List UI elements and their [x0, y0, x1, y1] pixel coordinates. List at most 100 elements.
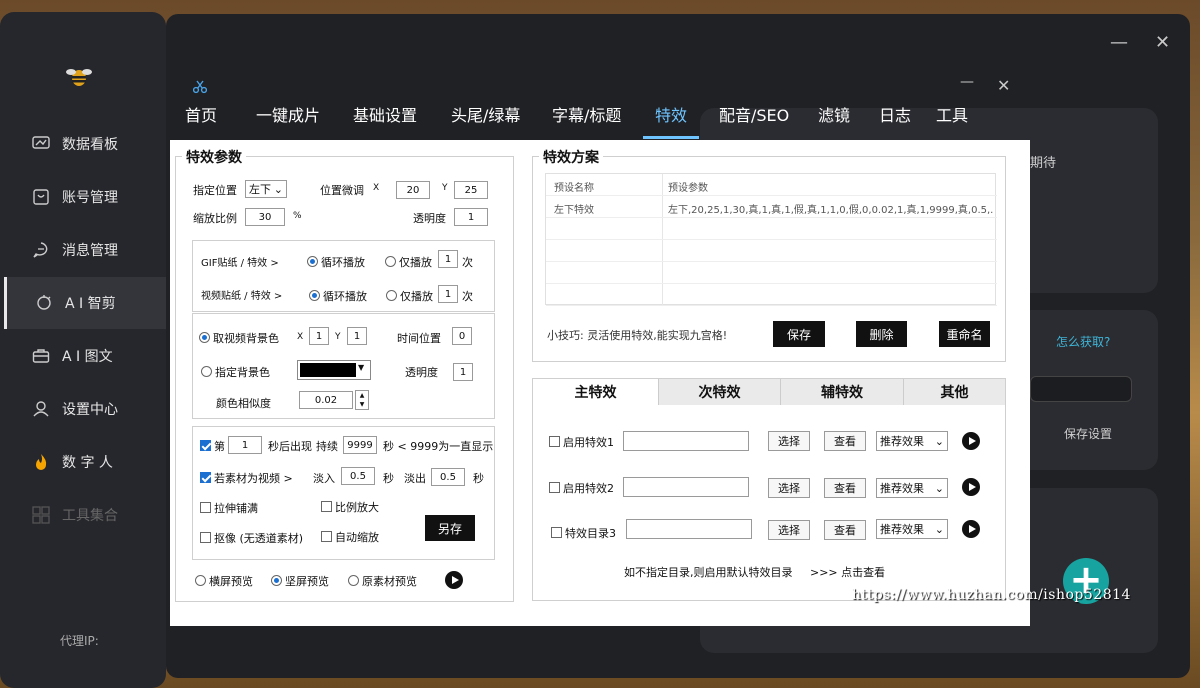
sidebar-item-account[interactable]: 账号管理: [4, 171, 166, 223]
tab-secondary-effect[interactable]: 次特效: [658, 379, 780, 405]
landscape-radio[interactable]: 横屏预览: [195, 573, 253, 589]
scheme-delete-button[interactable]: 删除: [856, 321, 907, 347]
effect3-dropdown[interactable]: 推荐效果 ⌄: [876, 519, 948, 539]
background-input[interactable]: [1030, 376, 1132, 402]
bg-close-icon[interactable]: ✕: [1155, 32, 1170, 53]
how-get-link[interactable]: 怎么获取?: [1056, 333, 1110, 350]
effect1-checkbox[interactable]: 启用特效1: [549, 434, 614, 450]
effect2-play-icon[interactable]: [962, 478, 980, 496]
effect2-dropdown[interactable]: 推荐效果 ⌄: [876, 478, 948, 498]
tab-head-tail[interactable]: 头尾/绿幕: [451, 102, 520, 126]
y-input[interactable]: 25: [454, 181, 488, 199]
tab-subtitle[interactable]: 字幕/标题: [552, 102, 621, 126]
effect1-label: 启用特效1: [563, 436, 614, 449]
similarity-spinner[interactable]: ▲ ▼: [355, 390, 369, 410]
tab-voice-seo[interactable]: 配音/SEO: [719, 102, 789, 126]
scale-input[interactable]: 30: [245, 208, 285, 226]
tab-effects[interactable]: 特效: [642, 102, 700, 139]
video-once-radio[interactable]: 仅播放: [386, 288, 433, 304]
ratio-checkbox[interactable]: 比例放大: [321, 499, 379, 515]
gif-times-input[interactable]: 1: [438, 250, 458, 268]
bg-opacity-input[interactable]: 1: [453, 363, 473, 381]
position-label: 指定位置: [193, 184, 237, 197]
effect2-label: 启用特效2: [563, 482, 614, 495]
effect2-select-button[interactable]: 选择: [768, 478, 810, 498]
effect1-path-input[interactable]: [623, 431, 749, 451]
bg-x-input[interactable]: 1: [309, 327, 329, 345]
effect1-play-icon[interactable]: [962, 432, 980, 450]
effect3-select-button[interactable]: 选择: [768, 520, 810, 540]
sidebar-item-ai-post[interactable]: A I 图文: [4, 330, 166, 382]
tab-main-effect[interactable]: 主特效: [533, 379, 658, 405]
message-icon: [32, 241, 50, 259]
color-swatch: [300, 363, 356, 377]
effect2-view-button[interactable]: 查看: [824, 478, 866, 498]
original-radio[interactable]: 原素材预览: [348, 573, 417, 589]
nth-checkbox[interactable]: 第: [200, 438, 225, 454]
tab-one-click[interactable]: 一键成片: [256, 102, 320, 126]
gif-loop-radio[interactable]: 循环播放: [307, 254, 365, 270]
sidebar-item-digital-human[interactable]: 数 字 人: [4, 436, 166, 488]
as-video-checkbox[interactable]: 若素材为视频 >: [200, 470, 293, 486]
set-bg-radio[interactable]: 指定背景色: [201, 364, 270, 380]
effect1-select-button[interactable]: 选择: [768, 431, 810, 451]
tab-aux-effect[interactable]: 辅特效: [780, 379, 903, 405]
effect3-play-icon[interactable]: [962, 520, 980, 538]
effect1-view-button[interactable]: 查看: [824, 431, 866, 451]
effect-subtabs: 主特效 次特效 辅特效 其他: [533, 379, 1005, 405]
sidebar-item-dashboard[interactable]: 数据看板: [4, 118, 166, 170]
stretch-checkbox[interactable]: 拉伸铺满: [200, 500, 258, 516]
dir-view-link[interactable]: >>> 点击查看: [810, 564, 885, 580]
play-icon[interactable]: [445, 571, 463, 589]
tab-filter[interactable]: 滤镜: [818, 102, 850, 126]
take-bg-radio[interactable]: 取视频背景色: [199, 330, 279, 346]
gif-once-radio[interactable]: 仅播放: [385, 254, 432, 270]
opacity-label: 透明度: [413, 212, 446, 225]
effect1-dropdown[interactable]: 推荐效果 ⌄: [876, 431, 948, 451]
effect3-checkbox[interactable]: 特效目录3: [551, 525, 616, 541]
fade-in-input[interactable]: 0.5: [341, 467, 375, 485]
duration-input[interactable]: 9999: [343, 436, 377, 454]
chevron-down-icon: ⌄: [934, 434, 944, 448]
offset-label: 位置微调: [320, 184, 364, 197]
tab-log[interactable]: 日志: [879, 102, 911, 126]
effect2-path-input[interactable]: [623, 477, 749, 497]
bg-minimize-icon[interactable]: —: [1110, 32, 1128, 53]
sidebar-item-message[interactable]: 消息管理: [4, 224, 166, 276]
effect3-path-input[interactable]: [626, 519, 752, 539]
table-row[interactable]: 左下特效 左下,20,25,1,30,真,1,真,1,假,真,1,1,0,假,0…: [546, 196, 997, 218]
similarity-input[interactable]: 0.02: [299, 391, 353, 409]
tab-other[interactable]: 其他: [903, 379, 1005, 405]
position-select[interactable]: 左下 ⌄: [245, 180, 287, 198]
nth-input[interactable]: 1: [228, 436, 262, 454]
cutout-checkbox[interactable]: 抠像 (无透道素材): [200, 530, 303, 546]
effect2-checkbox[interactable]: 启用特效2: [549, 480, 614, 496]
portrait-radio[interactable]: 坚屏预览: [271, 573, 329, 589]
minimize-icon[interactable]: —: [960, 74, 974, 90]
time-pos-input[interactable]: 0: [452, 327, 472, 345]
x-input[interactable]: 20: [396, 181, 430, 199]
save-settings-button[interactable]: 保存设置: [1064, 425, 1112, 442]
tab-home[interactable]: 首页: [185, 102, 217, 126]
tab-basic-settings[interactable]: 基础设置: [353, 102, 417, 126]
sidebar-item-settings[interactable]: 设置中心: [4, 383, 166, 435]
auto-scale-checkbox[interactable]: 自动缩放: [321, 529, 379, 545]
save-as-button[interactable]: 另存: [425, 515, 475, 541]
color-picker[interactable]: ▼: [297, 360, 371, 380]
sidebar-item-ai-clip[interactable]: A I 智剪: [4, 277, 166, 329]
bg-y-input[interactable]: 1: [347, 327, 367, 345]
scheme-table: 预设名称 预设参数 左下特效 左下,20,25,1,30,真,1,真,1,假,真…: [545, 173, 997, 306]
checkbox-checked: [200, 472, 211, 483]
video-times-input[interactable]: 1: [438, 285, 458, 303]
video-loop-radio[interactable]: 循环播放: [309, 288, 367, 304]
effect3-view-button[interactable]: 查看: [824, 520, 866, 540]
tab-tools[interactable]: 工具: [936, 102, 968, 126]
row-params: 左下,20,25,1,30,真,1,真,1,假,真,1,1,0,假,0,0.02…: [668, 205, 993, 216]
scheme-save-button[interactable]: 保存: [773, 321, 825, 347]
scheme-rename-button[interactable]: 重命名: [939, 321, 990, 347]
sidebar-item-tools[interactable]: 工具集合: [4, 489, 166, 541]
opacity-input[interactable]: 1: [454, 208, 488, 226]
loop-label: 循环播放: [321, 256, 365, 269]
original-label: 原素材预览: [362, 575, 417, 588]
fade-out-input[interactable]: 0.5: [431, 468, 465, 486]
